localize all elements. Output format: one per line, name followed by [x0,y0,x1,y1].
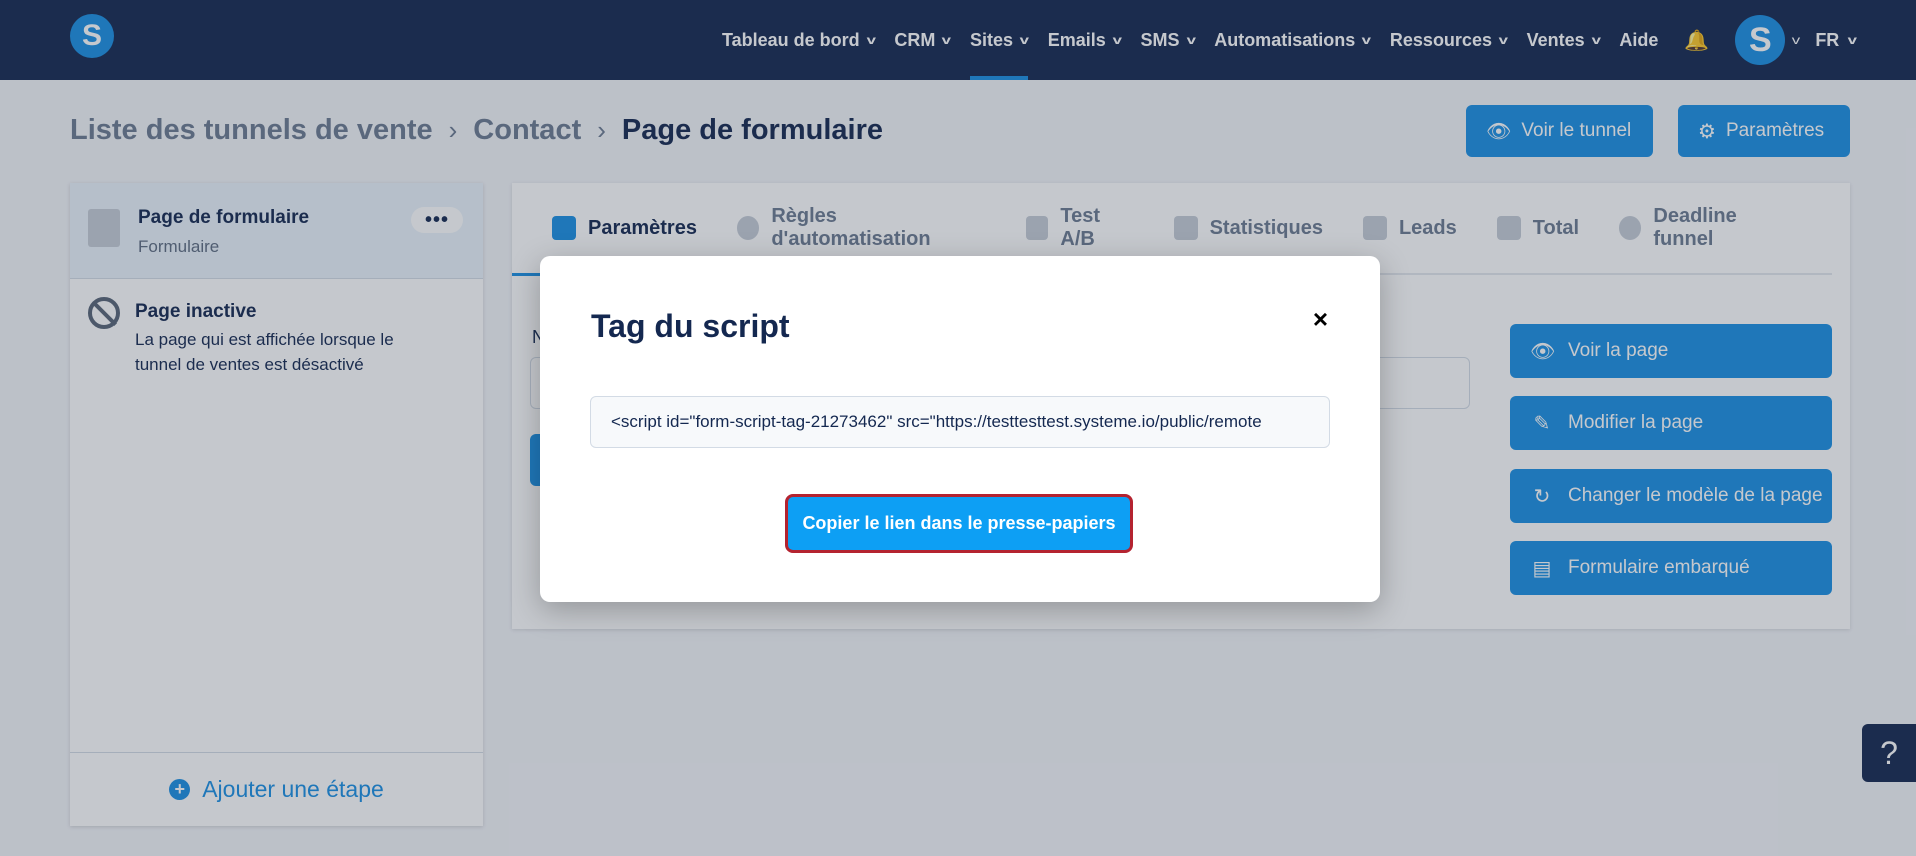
script-tag-modal: Tag du script × <script id="form-script-… [540,256,1380,602]
modal-title: Tag du script [591,308,790,344]
script-tag-field[interactable]: <script id="form-script-tag-21273462" sr… [590,396,1330,448]
close-icon[interactable]: × [1313,304,1328,335]
copy-link-button[interactable]: Copier le lien dans le presse-papiers [785,494,1133,553]
